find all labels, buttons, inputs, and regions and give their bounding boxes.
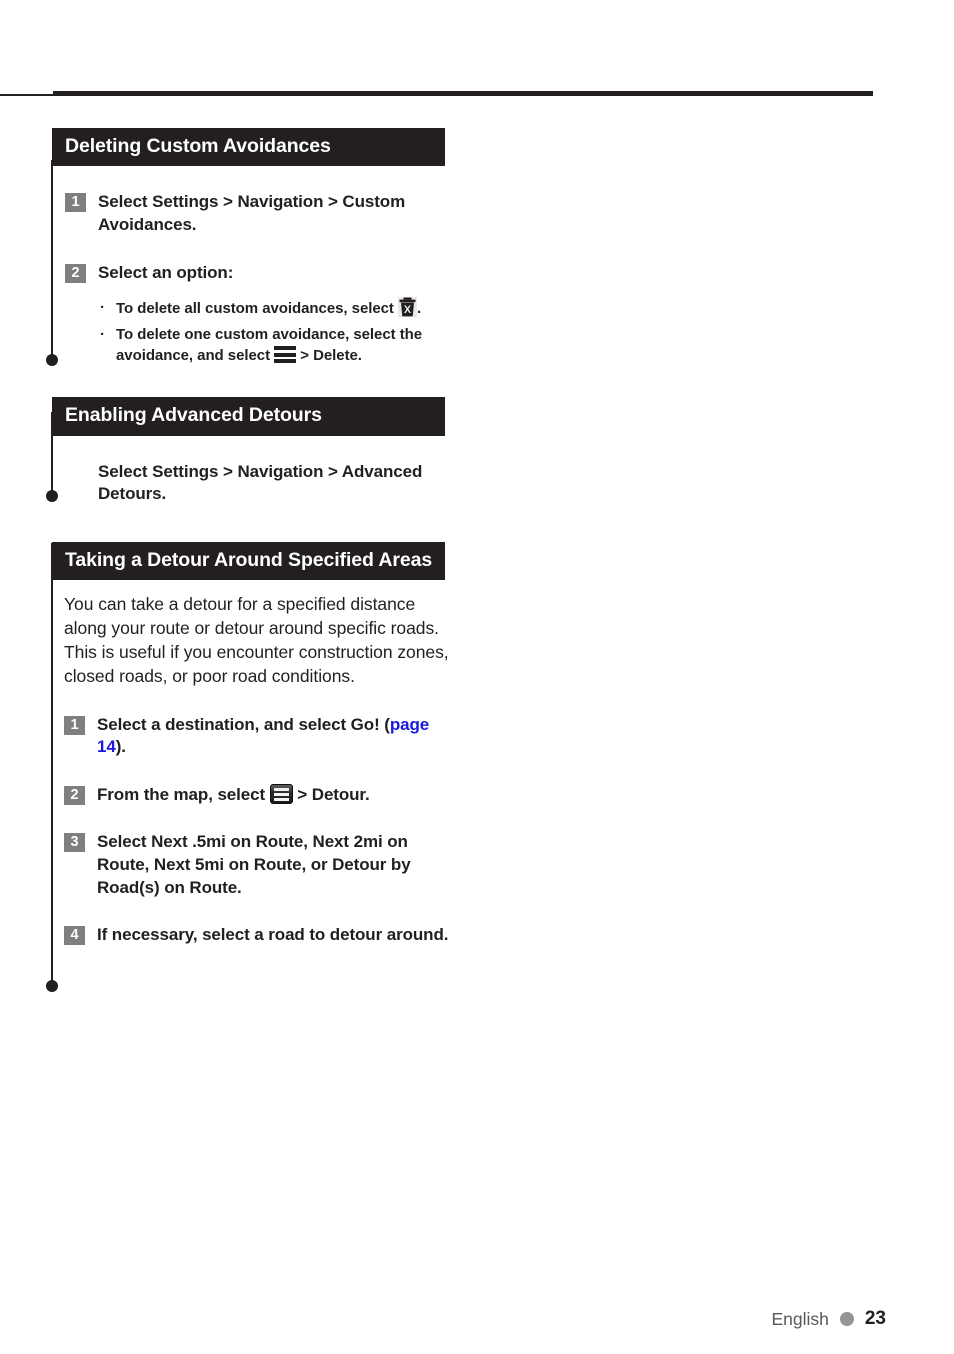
section-body-taking-a-detour: You can take a detour for a specified di… — [52, 593, 452, 946]
bullet-dot-icon: · — [100, 299, 105, 317]
step-list-taking-a-detour: 1 Select a destination, and select Go! (p… — [64, 714, 452, 947]
section-body-enabling-advanced-detours: Select Settings > Navigation > Advanced … — [52, 461, 452, 506]
bullet-text-before-icon: To delete all custom avoidances, select — [116, 300, 398, 318]
step-item: 3 Select Next .5mi on Route, Next 2mi on… — [64, 831, 452, 899]
section-enabling-advanced-detours: Enabling Advanced Detours Select Setting… — [52, 397, 452, 506]
step-text: Select Next .5mi on Route, Next 2mi on R… — [97, 832, 411, 897]
spine-end-dot-section-3 — [46, 980, 58, 992]
step-item: 1 Select a destination, and select Go! (p… — [64, 714, 452, 759]
step-list-deleting-custom-avoidances: 1 Select Settings > Navigation > Custom … — [65, 191, 452, 284]
step-number-badge: 4 — [64, 926, 85, 946]
step-text: If necessary, select a road to detour ar… — [97, 925, 449, 945]
trash-delete-all-icon[interactable] — [398, 297, 417, 318]
step-item: 4 If necessary, select a road to detour … — [64, 924, 452, 947]
header-rule-thick — [53, 91, 873, 96]
bullet-text-after-icon: > Delete. — [296, 347, 362, 365]
step-text-after-icon: > Detour. — [292, 784, 370, 804]
section-title-taking-a-detour-around-specified-areas: Taking a Detour Around Specified Areas — [52, 541, 445, 581]
page-content: Deleting Custom Avoidances 1 Select Sett… — [52, 128, 452, 947]
step-number-badge: 1 — [65, 193, 86, 213]
list-item: · To delete all custom avoidances, select… — [98, 297, 452, 319]
step-text-before-icon: From the map, select — [97, 784, 270, 804]
step-text-before-link: Select a destination, and select Go! ( — [97, 714, 390, 734]
section-body-deleting-custom-avoidances: 1 Select Settings > Navigation > Custom … — [52, 191, 452, 366]
hamburger-menu-icon[interactable] — [274, 346, 297, 364]
section-title-enabling-advanced-detours: Enabling Advanced Detours — [52, 397, 445, 436]
bullet-text-after-icon: . — [417, 300, 422, 318]
step-text: Select Settings > Navigation > Custom Av… — [98, 192, 406, 235]
intro-paragraph: You can take a detour for a specified di… — [64, 594, 449, 686]
list-item: · To delete one custom avoidance, select … — [98, 324, 452, 366]
page-footer: English 23 — [771, 1308, 886, 1330]
bullet-list-delete-options: · To delete all custom avoidances, select… — [65, 297, 452, 366]
menu-button-icon[interactable] — [269, 783, 293, 804]
section-taking-a-detour-around-specified-areas: Taking a Detour Around Specified Areas Y… — [52, 541, 452, 947]
bullet-dot-icon: · — [100, 326, 105, 344]
instruction-text-advanced-detours: Select Settings > Navigation > Advanced … — [98, 461, 423, 504]
bullet-text-before-icon: To delete one custom avoidance, select t… — [116, 326, 423, 365]
step-item: 2 Select an option: — [65, 262, 452, 285]
step-number-badge: 3 — [64, 833, 85, 853]
header-rule-thin — [0, 94, 54, 96]
step-text-after-link: ). — [115, 737, 126, 757]
page-number: 23 — [864, 1308, 886, 1329]
step-number-badge: 2 — [65, 263, 86, 283]
filled-circle-icon — [839, 1312, 854, 1326]
step-item: 2 From the map, select > Detour. — [64, 783, 452, 807]
section-deleting-custom-avoidances: Deleting Custom Avoidances 1 Select Sett… — [52, 128, 452, 366]
step-text: Select an option: — [98, 262, 234, 282]
step-number-badge: 1 — [64, 715, 85, 735]
footer-language-label: English — [771, 1308, 829, 1329]
step-number-badge: 2 — [64, 785, 85, 805]
section-title-deleting-custom-avoidances: Deleting Custom Avoidances — [52, 128, 445, 167]
step-item: 1 Select Settings > Navigation > Custom … — [65, 191, 452, 236]
